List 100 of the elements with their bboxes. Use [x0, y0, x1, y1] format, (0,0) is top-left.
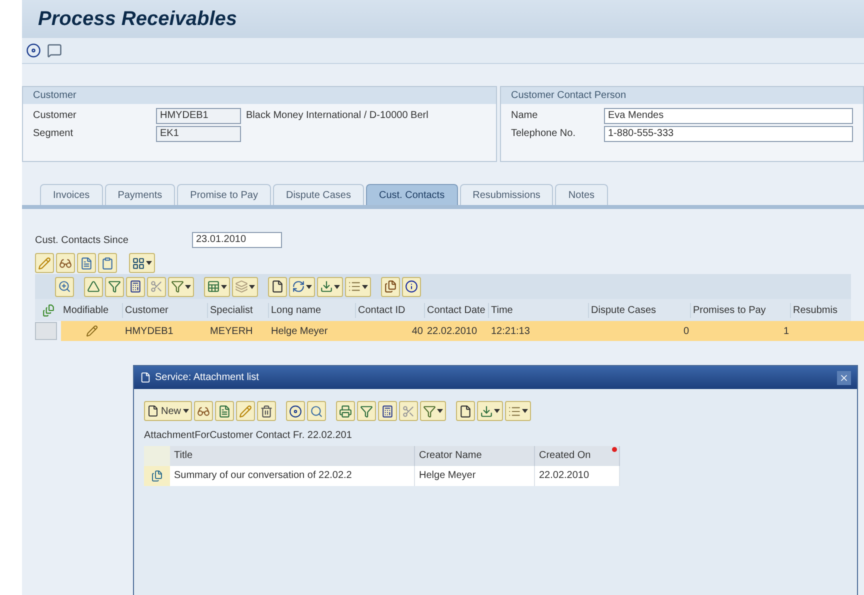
- dialog-title: Service: Attachment list: [155, 371, 259, 385]
- column-header[interactable]: Promises to Pay: [691, 302, 791, 318]
- toolbar-button[interactable]: [420, 401, 446, 421]
- new-button[interactable]: New: [144, 401, 192, 421]
- toolbar-button[interactable]: [381, 276, 400, 296]
- toolbar-button[interactable]: [215, 401, 234, 421]
- printer-icon: [339, 404, 352, 418]
- tab[interactable]: Invoices: [40, 184, 103, 205]
- toolbar-button[interactable]: [168, 276, 194, 296]
- table-row[interactable]: HMYDEB1 MEYERH Helge Meyer 40 22.02.2010 12:21:13 0 1: [61, 321, 864, 341]
- toolbar-button[interactable]: [286, 401, 306, 421]
- funnel-icon: [423, 404, 436, 418]
- refresh-icon: [292, 280, 305, 293]
- column-header[interactable]: Resubmis: [791, 302, 864, 318]
- toolbar-button[interactable]: [317, 276, 343, 296]
- download-icon: [320, 280, 333, 293]
- scissors-icon: [402, 404, 416, 418]
- toolbar-button[interactable]: [477, 401, 504, 421]
- toolbar-button[interactable]: [257, 401, 276, 421]
- column-header[interactable]: Specialist: [208, 302, 269, 318]
- input-field[interactable]: Eva Mendes: [604, 108, 853, 124]
- pencil-icon: [38, 256, 51, 270]
- dropdown-arrow-icon: [185, 284, 191, 290]
- header-corner: [144, 446, 170, 466]
- toolbar-button[interactable]: [402, 276, 421, 296]
- column-header[interactable]: Modifiable: [61, 302, 123, 318]
- page-icon: [147, 405, 159, 417]
- toolbar-button[interactable]: [456, 401, 476, 421]
- toolbar-button[interactable]: [129, 253, 155, 273]
- toolbar-button[interactable]: [289, 276, 315, 296]
- group-title: Customer Contact Person: [511, 89, 626, 103]
- table-cell: Summary of our conversation of 22.02.2: [170, 466, 415, 486]
- toolbar-button[interactable]: [345, 276, 371, 296]
- toolbar-button[interactable]: [204, 276, 230, 296]
- table-cell-text: Helge Meyer: [270, 324, 329, 338]
- page-icon: [459, 404, 472, 418]
- field-label: Name: [511, 109, 539, 123]
- column-header[interactable]: Title: [170, 446, 415, 466]
- group-title: Customer: [33, 89, 76, 103]
- toolbar-button[interactable]: [105, 276, 124, 296]
- tab[interactable]: Promise to Pay: [177, 184, 271, 205]
- dropdown-arrow-icon: [362, 284, 368, 290]
- column-header[interactable]: Creator Name: [415, 446, 535, 466]
- field-label: Segment: [33, 127, 74, 141]
- calculator-icon: [129, 280, 142, 293]
- clipboard-icon: [101, 256, 114, 270]
- pencil-icon: [86, 325, 98, 337]
- download-icon: [480, 404, 494, 418]
- search-icon: [310, 404, 324, 418]
- toolbar-button[interactable]: [357, 401, 376, 421]
- spreadsheet-icon: [207, 280, 220, 293]
- funnel-icon: [171, 280, 184, 293]
- input-field[interactable]: EK1: [156, 126, 241, 142]
- toolbar-button[interactable]: [505, 401, 532, 421]
- close-button[interactable]: [837, 370, 851, 384]
- toolbar-button[interactable]: [232, 276, 258, 296]
- calculator-icon: [381, 404, 394, 418]
- dropdown-arrow-icon: [522, 408, 528, 414]
- funnel-icon: [108, 280, 121, 293]
- column-header[interactable]: Customer: [123, 302, 208, 318]
- tab[interactable]: Dispute Cases: [272, 184, 364, 205]
- column-header[interactable]: Created On: [535, 446, 620, 466]
- triangle-icon: [87, 280, 100, 293]
- column-header[interactable]: Dispute Cases: [589, 302, 691, 318]
- dropdown-arrow-icon: [306, 284, 312, 290]
- trash-icon: [260, 404, 274, 418]
- toolbar-button[interactable]: [378, 401, 398, 421]
- toolbar-button[interactable]: [336, 401, 356, 421]
- toolbar-button[interactable]: [56, 253, 75, 273]
- row-selector[interactable]: [144, 466, 170, 486]
- list-icon: [508, 404, 522, 418]
- column-header[interactable]: Time: [489, 302, 589, 318]
- field-description: Black Money International / D-10000 Berl: [246, 109, 428, 123]
- input-field[interactable]: HMYDEB1: [156, 108, 241, 124]
- toolbar-button[interactable]: [84, 276, 103, 296]
- toolbar-button[interactable]: [194, 401, 214, 421]
- tab[interactable]: Resubmissions: [460, 184, 554, 205]
- list-icon: [348, 280, 361, 293]
- input-field[interactable]: 1-880-555-333: [604, 126, 853, 142]
- table-cell: Helge Meyer: [415, 466, 535, 486]
- column-header[interactable]: Contact Date: [425, 302, 489, 318]
- funnel-icon: [360, 404, 374, 418]
- toolbar-button[interactable]: [268, 276, 287, 296]
- table-cell-text: 1: [782, 324, 790, 338]
- document-icon: [80, 256, 93, 270]
- disc-icon: [289, 404, 302, 418]
- disc-icon[interactable]: [26, 43, 41, 58]
- dropdown-arrow-icon: [146, 260, 152, 266]
- column-header[interactable]: Long name: [269, 302, 356, 318]
- tab[interactable]: Notes: [555, 184, 608, 205]
- scissors-icon: [150, 280, 163, 293]
- column-header[interactable]: Contact ID: [356, 302, 425, 318]
- toolbar-button[interactable]: [126, 276, 145, 296]
- list-caption: AttachmentForCustomer Contact Fr. 22.02.201: [144, 429, 353, 443]
- tab[interactable]: Cust. Contacts: [366, 184, 458, 205]
- sort-marker-icon: [612, 447, 617, 452]
- files-icon: [384, 280, 397, 293]
- input-field[interactable]: 23.01.2010: [192, 232, 282, 248]
- speech-bubble-icon[interactable]: [47, 43, 62, 58]
- tab[interactable]: Payments: [104, 184, 176, 205]
